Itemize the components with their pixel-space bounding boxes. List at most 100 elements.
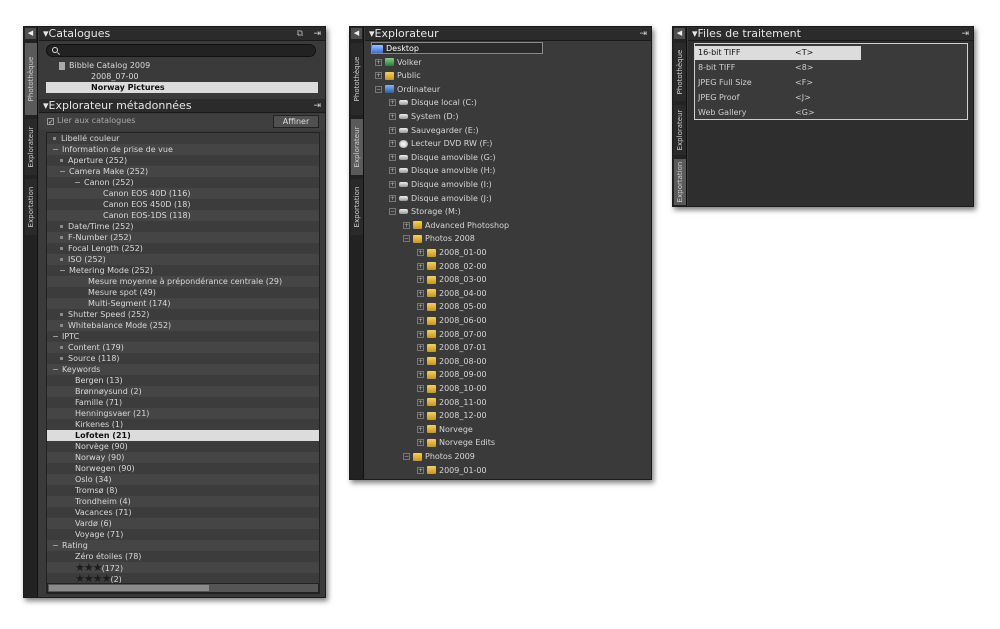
expand-toggle-icon[interactable]: + (417, 425, 424, 433)
pin-icon[interactable]: ⇥ (313, 27, 321, 41)
expand-toggle-icon[interactable]: + (389, 140, 396, 148)
tab-exportation[interactable]: Exportation (25, 179, 37, 235)
expand-toggle-icon[interactable]: + (417, 412, 424, 420)
metadata-row[interactable]: Information de prise de vue (47, 144, 319, 155)
queue-item-selected[interactable]: 16-bit TIFF <T> (695, 46, 861, 60)
collapse-icon[interactable]: ◀ (674, 28, 685, 39)
expand-toggle-icon[interactable]: + (389, 99, 396, 107)
expand-toggle-icon[interactable]: + (389, 194, 396, 202)
tree-item[interactable]: +2009_01-00 (417, 464, 487, 477)
collapse-minus-icon[interactable] (60, 270, 65, 271)
bullet-icon[interactable] (60, 225, 63, 228)
metadata-row[interactable]: Rating (47, 540, 319, 551)
expand-toggle-icon[interactable]: + (417, 249, 424, 256)
metadata-row[interactable]: Voyage (71) (47, 529, 319, 540)
expand-toggle-icon[interactable]: + (417, 276, 424, 284)
metadata-row[interactable]: Shutter Speed (252) (47, 309, 319, 320)
metadata-row[interactable]: Norvège (90) (47, 441, 319, 452)
bullet-icon[interactable] (60, 159, 63, 162)
tab-exportation[interactable]: Exportation (674, 159, 686, 205)
tree-item[interactable]: + Disque amovible (H:) (389, 164, 495, 177)
tree-item[interactable]: + Volker (375, 56, 422, 69)
expand-toggle-icon[interactable]: + (375, 58, 382, 66)
tree-item[interactable]: + Public (375, 69, 421, 82)
queue-item[interactable]: JPEG Full Size <F> (695, 76, 967, 90)
expand-toggle-icon[interactable]: + (417, 439, 424, 447)
expand-toggle-icon[interactable]: + (417, 344, 424, 352)
metadata-row[interactable]: Trondheim (4) (47, 496, 319, 507)
metadata-row[interactable]: Brønnøysund (2) (47, 386, 319, 397)
metadata-row[interactable]: Vacances (71) (47, 507, 319, 518)
bullet-icon[interactable] (60, 324, 63, 327)
expand-toggle-icon[interactable]: + (417, 357, 424, 365)
copy-icon[interactable]: ⧉ (297, 27, 303, 41)
expand-toggle-icon[interactable]: + (417, 398, 424, 406)
metadata-header[interactable]: ▾Explorateur métadonnées ⇥ (39, 99, 325, 113)
metadata-row[interactable]: Aperture (252) (47, 155, 319, 166)
bullet-icon[interactable] (60, 346, 63, 349)
metadata-row[interactable]: Tromsø (8) (47, 485, 319, 496)
tree-item[interactable]: + Norvege (417, 423, 473, 436)
process-files-header[interactable]: ▾Files de traitement ⇥ (688, 27, 973, 41)
expand-toggle-icon[interactable]: + (375, 72, 382, 80)
tree-item[interactable]: +2008_12-00 (417, 409, 487, 422)
tree-item[interactable]: +2008_06-00 (417, 314, 487, 327)
metadata-row[interactable]: Canon EOS 40D (116) (47, 188, 319, 199)
tab-phototheque[interactable]: Photothèque (351, 43, 363, 115)
tree-item[interactable]: + Disque local (C:) (389, 96, 477, 109)
metadata-row[interactable]: Vardø (6) (47, 518, 319, 529)
metadata-row[interactable]: Metering Mode (252) (47, 265, 319, 276)
metadata-row[interactable]: Oslo (34) (47, 474, 319, 485)
bullet-icon[interactable] (60, 247, 63, 250)
expand-toggle-icon[interactable]: + (417, 262, 424, 270)
metadata-row[interactable]: Keywords (47, 364, 319, 375)
pin-icon[interactable]: ⇥ (639, 27, 647, 41)
expand-toggle-icon[interactable]: + (389, 181, 396, 188)
tree-item[interactable]: +2008_04-00 (417, 287, 487, 300)
catalog-item-selected[interactable]: Norway Pictures (46, 82, 318, 93)
expand-toggle-icon[interactable]: + (417, 303, 424, 311)
tree-item[interactable]: − Photos 2009 (403, 450, 475, 463)
bullet-icon[interactable] (60, 357, 63, 360)
tab-explorateur[interactable]: Explorateur (674, 105, 686, 155)
pin-icon[interactable]: ⇥ (313, 99, 321, 113)
tree-item[interactable]: +2008_02-00 (417, 260, 487, 273)
metadata-row[interactable]: F-Number (252) (47, 232, 319, 243)
metadata-row[interactable]: Mesure moyenne à prépondérance centrale … (47, 276, 319, 287)
tree-item[interactable]: +2008_11-00 (417, 396, 487, 409)
tree-item[interactable]: + Disque amovible (J:) (389, 192, 492, 205)
metadata-row[interactable]: Libellé couleur (47, 133, 319, 144)
collapse-minus-icon[interactable] (53, 545, 58, 546)
expand-toggle-icon[interactable]: + (417, 317, 424, 324)
queue-item[interactable]: JPEG Proof <J> (695, 91, 967, 105)
metadata-row[interactable]: Mesure spot (49) (47, 287, 319, 298)
metadata-row[interactable]: Multi-Segment (174) (47, 298, 319, 309)
collapse-toggle-icon[interactable]: − (403, 453, 410, 460)
metadata-row-selected[interactable]: Lofoten (21) (47, 430, 319, 441)
metadata-row[interactable]: Norwegen (90) (47, 463, 319, 474)
expand-toggle-icon[interactable]: + (417, 385, 424, 392)
collapse-minus-icon[interactable] (60, 171, 65, 172)
metadata-row[interactable]: Famille (71) (47, 397, 319, 408)
tree-item[interactable]: +2008_07-01 (417, 341, 487, 354)
catalog-item[interactable]: 2008_07-00 (46, 71, 318, 82)
pin-icon[interactable]: ⇥ (961, 27, 969, 41)
metadata-row[interactable]: Content (179) (47, 342, 319, 353)
scrollbar-thumb[interactable] (49, 585, 209, 591)
metadata-row[interactable]: Date/Time (252) (47, 221, 319, 232)
expand-toggle-icon[interactable]: + (417, 289, 424, 297)
tree-item[interactable]: +2008_03-00 (417, 273, 487, 286)
tab-explorateur[interactable]: Explorateur (25, 119, 37, 175)
tree-item[interactable]: + Disque amovible (I:) (389, 178, 492, 191)
collapse-toggle-icon[interactable]: − (403, 235, 410, 243)
tree-item[interactable]: + Lecteur DVD RW (F:) (389, 137, 492, 150)
tree-item[interactable]: +2008_08-00 (417, 355, 487, 368)
expand-toggle-icon[interactable]: + (389, 167, 396, 175)
refine-button[interactable]: Affiner (273, 115, 319, 128)
metadata-row[interactable]: Henningsvaer (21) (47, 408, 319, 419)
metadata-row[interactable]: Bergen (13) (47, 375, 319, 386)
queue-item[interactable]: 8-bit TIFF <8> (695, 61, 967, 75)
tab-exportation[interactable]: Exportation (351, 179, 363, 235)
bullet-icon[interactable] (60, 236, 63, 239)
expand-toggle-icon[interactable]: + (389, 113, 396, 120)
